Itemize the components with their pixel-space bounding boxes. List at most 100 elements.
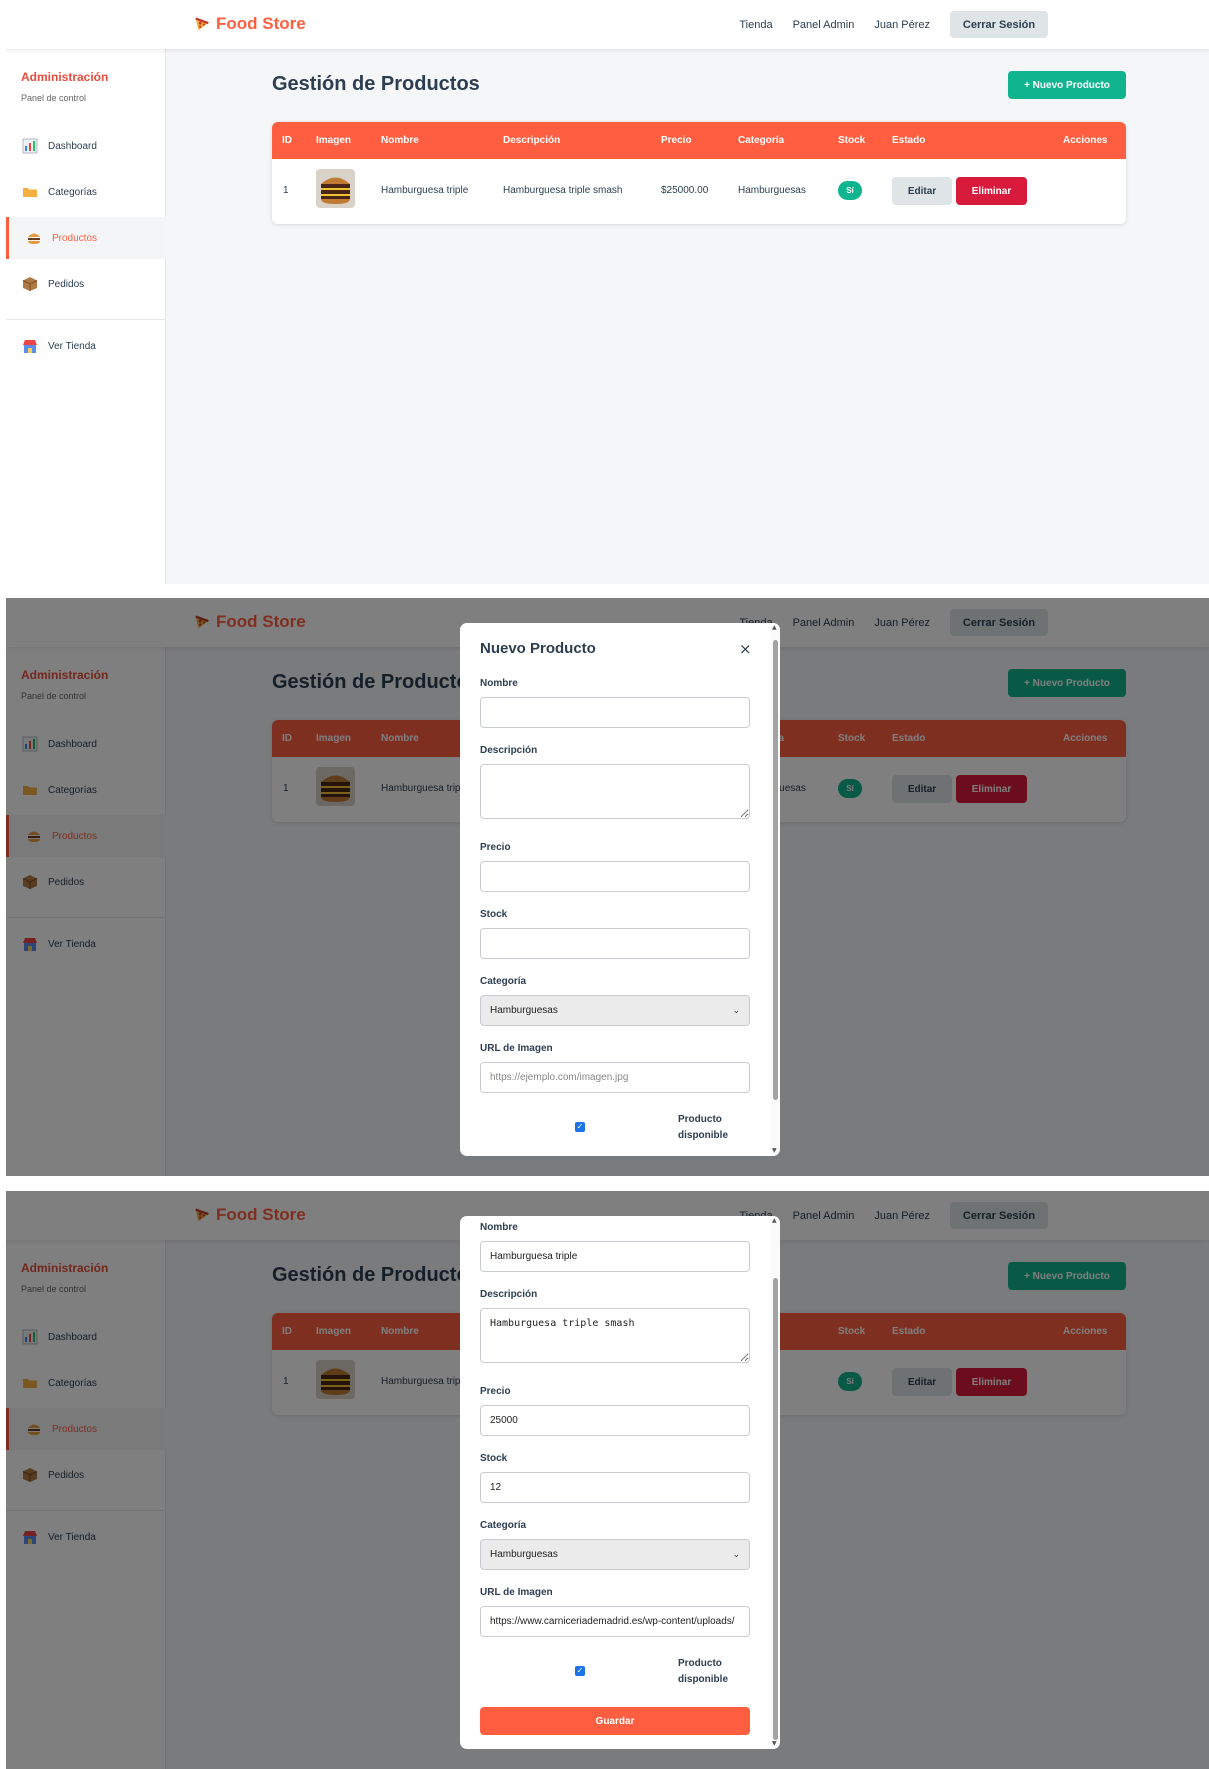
sidebar-item-categorias[interactable]: Categorías	[6, 171, 166, 213]
save-button[interactable]: Guardar	[480, 1707, 750, 1735]
categoria-select[interactable]: Hamburguesas ⌄	[480, 995, 750, 1026]
imagen-label: URL de Imagen	[480, 1043, 553, 1054]
chevron-down-icon: ⌄	[732, 1005, 740, 1016]
brand-logo[interactable]: Food Store	[193, 14, 306, 34]
close-icon[interactable]: ×	[739, 640, 752, 658]
column-header: Imagen	[316, 135, 352, 146]
new-product-button[interactable]: + Nuevo Producto	[1008, 71, 1126, 99]
sidebar-item-ver-tienda[interactable]: Ver Tienda	[6, 325, 166, 367]
categoria-label: Categoría	[480, 1520, 527, 1531]
top-nav: Tienda Panel Admin Juan Pérez Cerrar Ses…	[739, 0, 1209, 49]
sidebar-item-label: Pedidos	[48, 278, 85, 290]
burger-icon	[28, 233, 40, 244]
column-header: Estado	[892, 135, 926, 146]
brand-name: Food Store	[216, 14, 306, 33]
scrollbar-thumb[interactable]	[773, 1278, 778, 1740]
column-header: Descripción	[503, 135, 561, 146]
precio-label: Precio	[480, 1386, 511, 1397]
modal-title: Nuevo Producto	[480, 640, 596, 657]
screen-product-list: Food Store Tienda Panel Admin Juan Pérez…	[6, 0, 1209, 584]
precio-label: Precio	[480, 842, 511, 853]
precio-input[interactable]	[480, 861, 750, 892]
cell-categoria: Hamburguesas	[738, 185, 806, 196]
sidebar-item-label: Dashboard	[48, 140, 97, 152]
column-header: ID	[282, 135, 292, 146]
admin-sidebar: Administración Panel de control Dashboar…	[6, 49, 166, 584]
edit-button[interactable]: Editar	[892, 177, 952, 205]
nav-admin-link[interactable]: Panel Admin	[793, 19, 855, 31]
column-header: Acciones	[1063, 135, 1108, 146]
sidebar-divider	[6, 319, 166, 320]
logout-button[interactable]: Cerrar Sesión	[950, 11, 1048, 38]
new-product-modal: Nuevo Producto × Nombre Descripción Prec…	[460, 623, 780, 1156]
column-header: Stock	[838, 135, 866, 146]
sidebar-item-label: Productos	[52, 232, 98, 244]
new-product-modal: Nombre Descripción Hamburguesa triple sm…	[460, 1216, 780, 1749]
product-thumbnail	[316, 169, 355, 208]
categoria-selected-value: Hamburguesas	[490, 1549, 558, 1560]
descripcion-textarea[interactable]	[480, 764, 750, 819]
nombre-input[interactable]	[480, 1241, 750, 1272]
store-icon	[23, 340, 37, 353]
pizza-icon	[195, 17, 209, 31]
burger-image-icon	[316, 169, 355, 208]
sidebar-item-pedidos[interactable]: Pedidos	[6, 263, 166, 305]
sidebar-item-dashboard[interactable]: Dashboard	[6, 125, 166, 167]
top-header: Food Store Tienda Panel Admin Juan Pérez…	[6, 0, 1209, 49]
nombre-input[interactable]	[480, 697, 750, 728]
scroll-down-icon[interactable]: ▼	[772, 1740, 777, 1747]
chart-icon	[22, 138, 38, 154]
precio-input[interactable]	[480, 1405, 750, 1436]
descripcion-label: Descripción	[480, 745, 538, 756]
sidebar-item-productos[interactable]: Productos	[6, 217, 166, 259]
categoria-label: Categoría	[480, 976, 527, 987]
descripcion-label: Descripción	[480, 1289, 538, 1300]
delete-button[interactable]: Eliminar	[956, 177, 1027, 205]
sidebar-title: Administración	[21, 70, 109, 84]
screen-new-product-filled: Food Store Tienda Panel Admin Juan Pérez…	[6, 1191, 1209, 1769]
scrollbar-thumb[interactable]	[773, 640, 778, 1100]
modal-scrollbar[interactable]: ▲ ▼	[771, 1216, 780, 1749]
scroll-down-icon[interactable]: ▼	[772, 1147, 777, 1154]
column-header: Precio	[661, 135, 692, 146]
imagen-label: URL de Imagen	[480, 1587, 553, 1598]
column-header: Categoría	[738, 135, 785, 146]
package-icon	[22, 277, 38, 291]
cell-nombre: Hamburguesa triple	[381, 185, 469, 196]
table-header: ID Imagen Nombre Descripción Precio Cate…	[272, 122, 1126, 159]
modal-content: Nuevo Producto × Nombre Descripción Prec…	[460, 623, 772, 1156]
sidebar-item-label: Ver Tienda	[48, 340, 96, 352]
disponible-checkbox[interactable]: ✓	[575, 1122, 585, 1132]
nav-user-name: Juan Pérez	[874, 18, 930, 31]
stock-label: Stock	[480, 909, 508, 920]
imagen-url-input[interactable]	[480, 1606, 750, 1637]
modal-scrollbar[interactable]: ▲ ▼	[771, 623, 780, 1156]
modal-content-scrolled: Nombre Descripción Hamburguesa triple sm…	[460, 1216, 772, 1749]
categoria-select[interactable]: Hamburguesas ⌄	[480, 1539, 750, 1570]
scroll-up-icon[interactable]: ▲	[772, 1217, 777, 1224]
screen-new-product-empty: Food Store Tienda Panel Admin Juan Pérez…	[6, 598, 1209, 1176]
sidebar-item-label: Categorías	[48, 186, 97, 198]
cell-precio: $25000.00	[661, 185, 709, 196]
cell-id: 1	[283, 185, 289, 196]
folder-icon	[23, 188, 37, 197]
descripcion-textarea[interactable]: Hamburguesa triple smash	[480, 1308, 750, 1363]
chevron-down-icon: ⌄	[732, 1549, 740, 1560]
disponible-label: Producto disponible	[678, 1114, 728, 1141]
stock-input[interactable]	[480, 1472, 750, 1503]
products-table: ID Imagen Nombre Descripción Precio Cate…	[272, 122, 1126, 224]
sidebar-subtitle: Panel de control	[21, 93, 87, 103]
status-badge: Sí	[838, 181, 862, 200]
stock-input[interactable]	[480, 928, 750, 959]
imagen-url-input[interactable]	[480, 1062, 750, 1093]
categoria-selected-value: Hamburguesas	[490, 1005, 558, 1016]
nav-store-link[interactable]: Tienda	[739, 19, 772, 31]
cell-descripcion: Hamburguesa triple smash	[503, 185, 623, 196]
disponible-checkbox[interactable]: ✓	[575, 1666, 585, 1676]
stock-label: Stock	[480, 1453, 508, 1464]
page-title: Gestión de Productos	[272, 73, 480, 95]
nombre-label: Nombre	[480, 678, 518, 689]
column-header: Nombre	[381, 135, 419, 146]
scroll-up-icon[interactable]: ▲	[772, 624, 777, 631]
nombre-label: Nombre	[480, 1222, 518, 1233]
